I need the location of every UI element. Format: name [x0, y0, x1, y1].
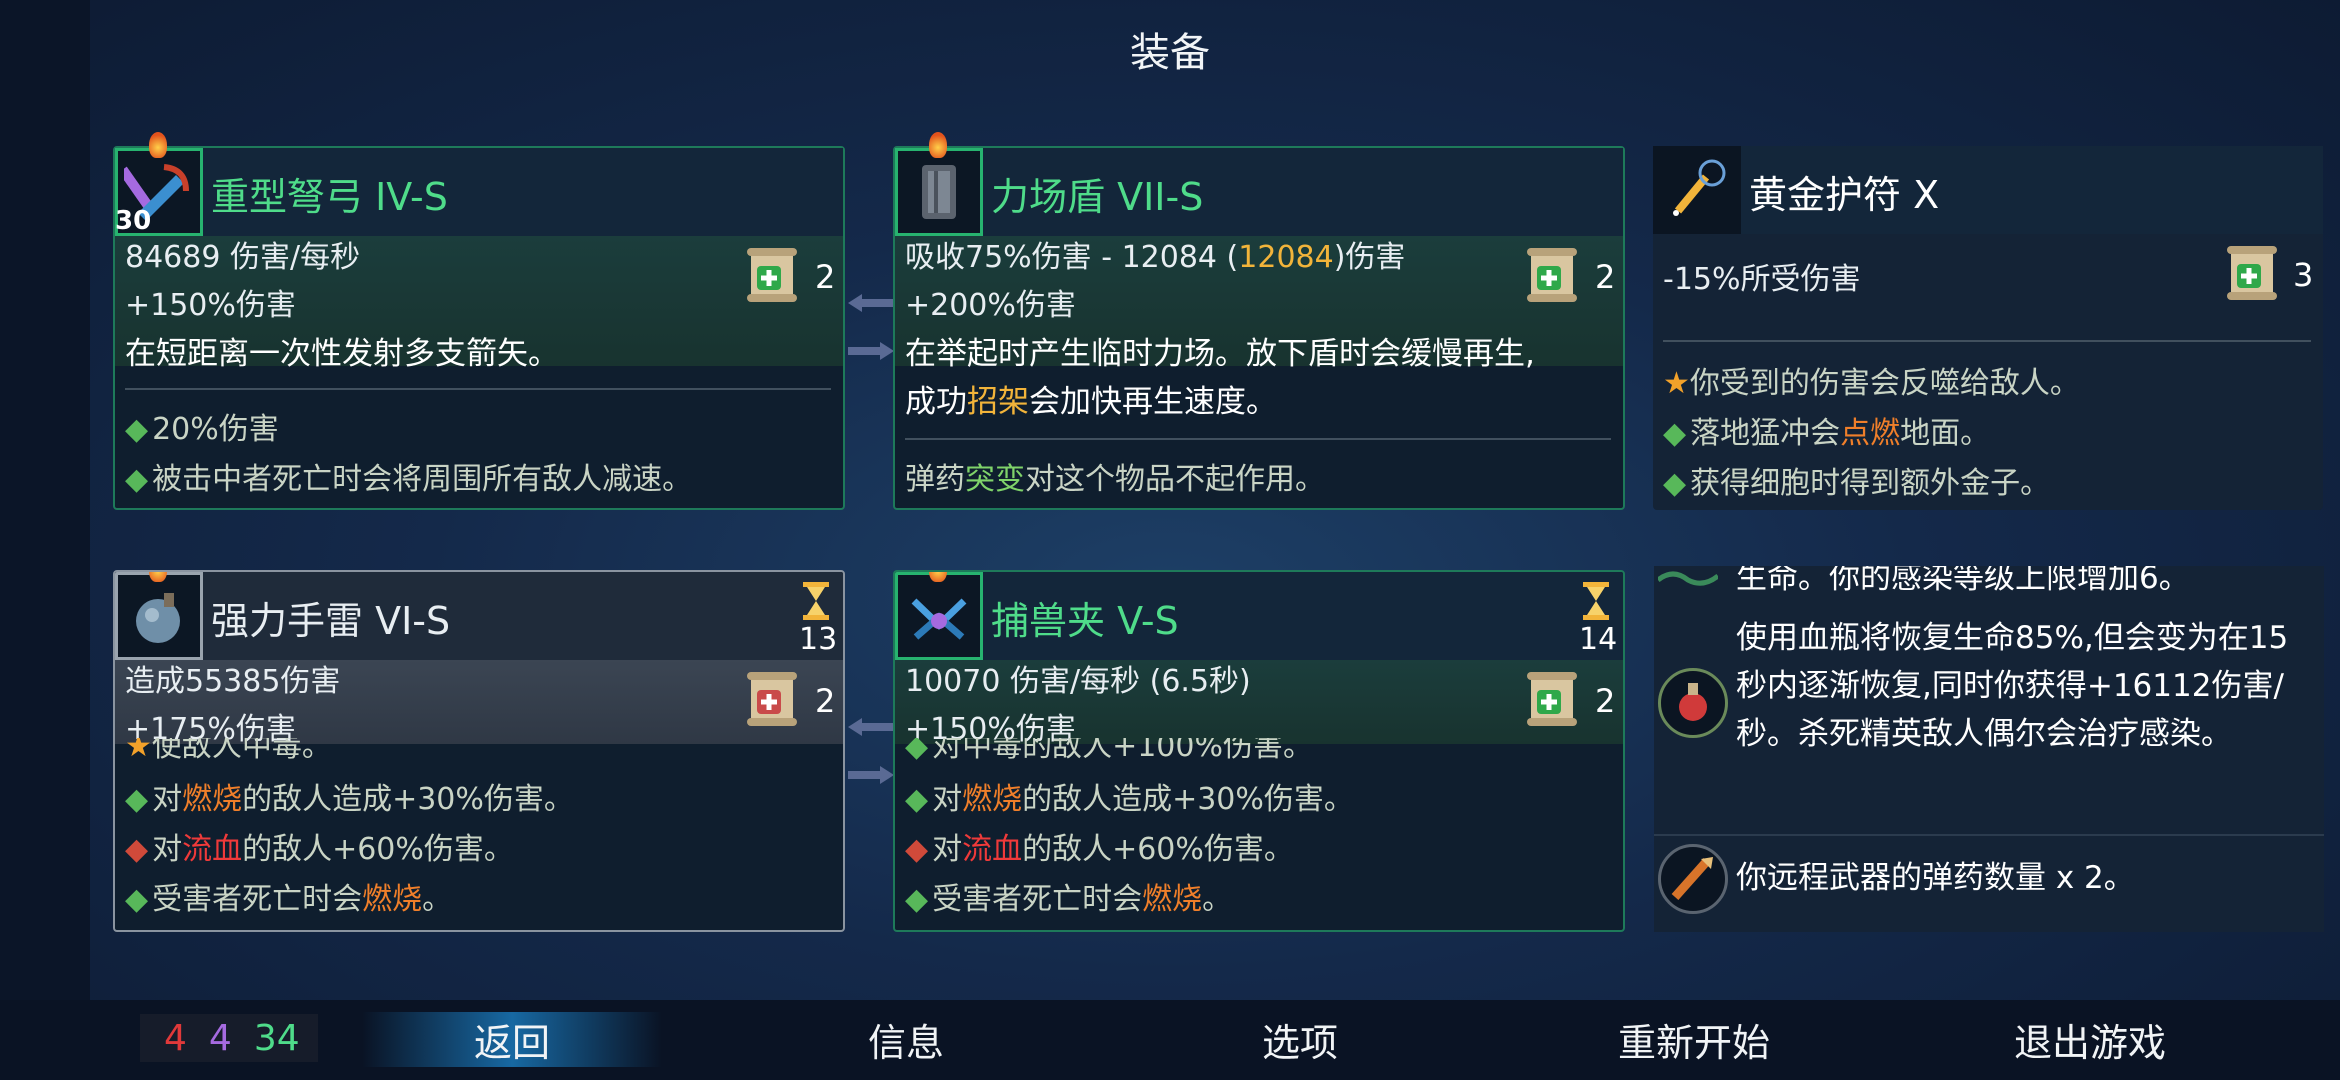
affix-item: ◆ 对流血的敌人+60%伤害。 [125, 832, 514, 867]
left-edge-strip [0, 0, 90, 1080]
amulet-card[interactable]: 黄金护符 X -15%所受伤害 3 ★你受到的伤害会反噬给敌人。 ◆ 落地猛冲会点… [1653, 146, 2323, 510]
affix-item: ◆ 对燃烧的敌人造成+30%伤害。 [905, 782, 1354, 817]
affix-item: ◆ 对燃烧的敌人造成+30%伤害。 [125, 782, 574, 817]
purple-counter: 4 [208, 1017, 232, 1059]
page-title: 装备 [1130, 30, 1210, 76]
swap-left-arrow-icon[interactable] [846, 292, 896, 314]
cells-counters: 4 4 34 [140, 1014, 318, 1062]
item-description-line-1: 在举起时产生临时力场。放下盾时会缓慢再生, [905, 336, 1535, 372]
flame-icon [929, 132, 947, 158]
scroll-of-power-icon [747, 248, 797, 302]
dps-stat: 84689 伤害/每秒 [125, 240, 361, 275]
item-title: 强力手雷 VI-S [211, 599, 451, 643]
affix-item: ★你受到的伤害会反噬给敌人。 [1663, 366, 2080, 401]
scroll-of-power-icon [747, 672, 797, 726]
absorb-stat: 吸收75%伤害 - 12084 (12084)伤害 [905, 240, 1406, 275]
mutation-row[interactable]: 你远程武器的弹药数量 x 2。 [1654, 842, 2324, 922]
skill-card-trap[interactable]: 捕兽夹 V-S 14 10070 伤害/每秒 (6.5秒) +150%伤害 2 … [893, 570, 1625, 932]
gold-amulet-icon [1653, 146, 1741, 234]
item-description-line-2: 成功招架会加快再生速度。 [905, 384, 1277, 420]
force-shield-icon [895, 148, 983, 236]
hourglass-icon [803, 582, 829, 620]
mutation-row-clipped[interactable]: 生命。你的感染等级上限增加6。 [1654, 566, 2324, 606]
scroll-count: 2 [815, 258, 836, 296]
back-button[interactable]: 返回 [362, 1012, 662, 1067]
weapon-card-crossbow[interactable]: 30 重型弩弓 IV-S 84689 伤害/每秒 +150%伤害 2 在短距离一… [113, 132, 845, 510]
scroll-of-power-icon [1527, 672, 1577, 726]
tentacle-mutation-icon [1658, 571, 1718, 586]
cooldown-seconds: 13 [799, 622, 838, 657]
powerful-grenade-icon [115, 572, 203, 660]
damage-bonus: +150%伤害 [125, 288, 296, 323]
affix-item: ◆ 受害者死亡时会燃烧。 [905, 882, 1233, 917]
divider [1663, 340, 2311, 342]
health-flask-mutation-icon [1658, 668, 1728, 738]
swap-right-arrow-icon[interactable] [846, 764, 896, 786]
scroll-of-power-icon [1527, 248, 1577, 302]
info-button[interactable]: 信息 [756, 1012, 1056, 1067]
ammo-mutation-icon [1658, 844, 1728, 914]
scroll-count: 2 [815, 682, 836, 720]
item-title: 黄金护符 X [1749, 173, 1940, 217]
divider [1654, 834, 2324, 836]
affix-item: ◆ 对流血的敌人+60%伤害。 [905, 832, 1294, 867]
mutation-row[interactable]: 使用血瓶将恢复生命85%,但会变为在15秒内逐渐恢复,同时你获得+16112伤害… [1654, 614, 2324, 794]
mutation-text: 生命。你的感染等级上限增加6。 [1736, 566, 2190, 596]
mutation-text: 你远程武器的弹药数量 x 2。 [1736, 860, 2135, 896]
divider [125, 388, 831, 390]
green-counter: 34 [253, 1017, 300, 1059]
scroll-count: 2 [1595, 682, 1616, 720]
divider [905, 438, 1611, 440]
scroll-count: 3 [2293, 256, 2314, 294]
quit-game-button[interactable]: 退出游戏 [1940, 1012, 2240, 1067]
hourglass-icon [1583, 582, 1609, 620]
flame-icon [149, 132, 167, 158]
restart-button[interactable]: 重新开始 [1544, 1012, 1844, 1067]
scroll-of-power-icon [2227, 246, 2277, 300]
item-title: 力场盾 VII-S [991, 175, 1204, 219]
mutation-note: 弹药突变对这个物品不起作用。 [905, 462, 1325, 497]
affix-item: ◆ 被击中者死亡时会将周围所有敌人减速。 [125, 462, 693, 497]
red-counter: 4 [164, 1017, 187, 1059]
affix-item: ◆ 获得细胞时得到额外金子。 [1663, 466, 2051, 501]
dps-stat: 10070 伤害/每秒 (6.5秒) [905, 664, 1251, 699]
swap-right-arrow-icon[interactable] [846, 340, 896, 362]
item-description: 在短距离一次性发射多支箭矢。 [125, 336, 559, 372]
mutations-panel: 生命。你的感染等级上限增加6。 使用血瓶将恢复生命85%,但会变为在15秒内逐渐… [1654, 566, 2324, 932]
affix-item-clipped: ◆ 对中毒的敌人+100%伤害。 [905, 738, 1313, 760]
scroll-count: 2 [1595, 258, 1616, 296]
item-title: 捕兽夹 V-S [991, 599, 1179, 643]
affix-item: ◆ 20%伤害 [125, 412, 279, 447]
options-button[interactable]: 选项 [1150, 1012, 1450, 1067]
damage-stat: 造成55385伤害 [125, 664, 341, 699]
wolf-trap-icon [895, 572, 983, 660]
item-title: 重型弩弓 IV-S [211, 175, 448, 219]
swap-left-arrow-icon[interactable] [846, 716, 896, 738]
cooldown-seconds: 14 [1579, 622, 1618, 657]
damage-bonus: +200%伤害 [905, 288, 1076, 323]
skill-card-grenade[interactable]: 强力手雷 VI-S 13 造成55385伤害 +175%伤害 2 ★使敌人中毒。… [113, 570, 845, 932]
affix-item-clipped: ★使敌人中毒。 [125, 738, 332, 760]
weapon-card-shield[interactable]: 力场盾 VII-S 吸收75%伤害 - 12084 (12084)伤害 +200… [893, 132, 1625, 510]
affix-item: ◆ 受害者死亡时会燃烧。 [125, 882, 453, 917]
affix-item: ◆ 落地猛冲会点燃地面。 [1663, 416, 1991, 451]
damage-reduction-stat: -15%所受伤害 [1663, 262, 1861, 297]
mutation-text: 使用血瓶将恢复生命85%,但会变为在15秒内逐渐恢复,同时你获得+16112伤害… [1736, 620, 2289, 752]
